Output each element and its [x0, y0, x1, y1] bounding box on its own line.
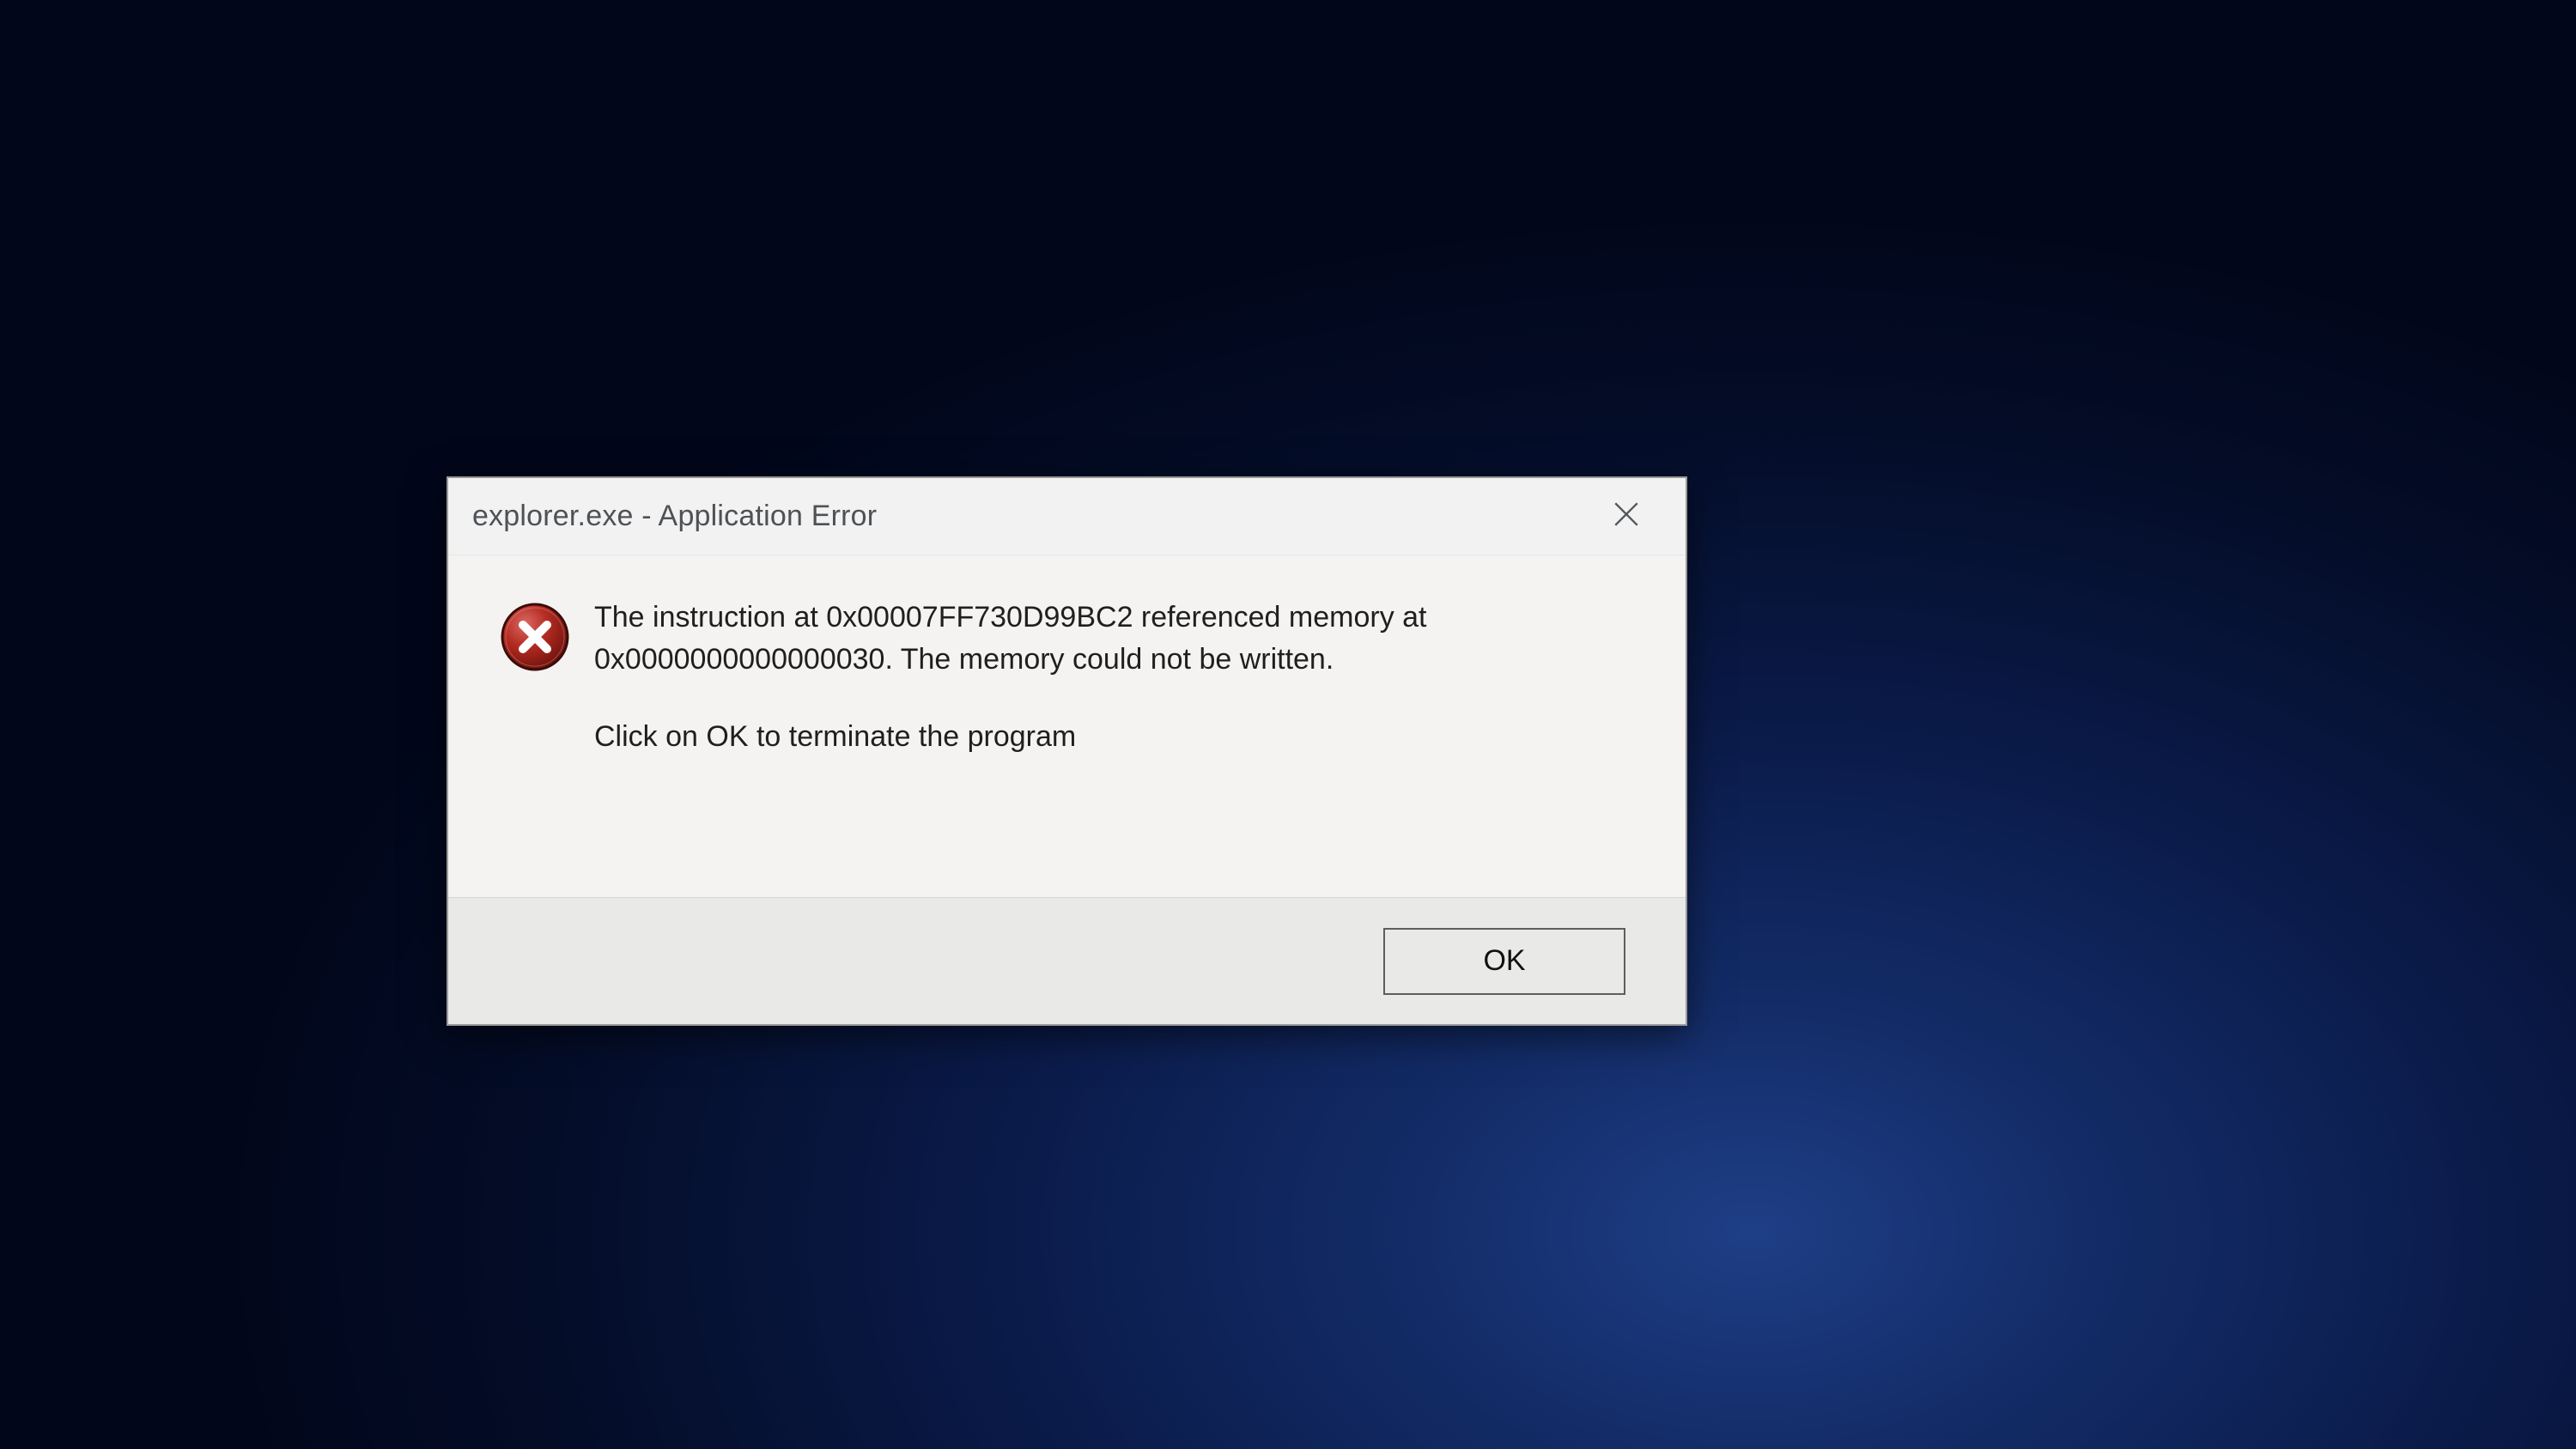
dialog-message: The instruction at 0x00007FF730D99BC2 re…	[594, 597, 1644, 880]
dialog-title: explorer.exe - Application Error	[472, 500, 1588, 533]
dialog-icon-cell	[500, 597, 594, 880]
dialog-titlebar[interactable]: explorer.exe - Application Error	[448, 478, 1686, 555]
ok-button[interactable]: OK	[1383, 928, 1625, 995]
dialog-footer: OK	[448, 897, 1686, 1024]
close-icon	[1612, 500, 1641, 533]
close-button[interactable]	[1588, 487, 1665, 547]
dialog-content: The instruction at 0x00007FF730D99BC2 re…	[448, 555, 1686, 897]
error-message-line1: The instruction at 0x00007FF730D99BC2 re…	[594, 597, 1619, 682]
error-dialog: explorer.exe - Application Error	[447, 476, 1687, 1026]
desktop-background: explorer.exe - Application Error	[0, 0, 2576, 1449]
error-message-line2: Click on OK to terminate the program	[594, 716, 1619, 758]
error-icon	[500, 602, 570, 672]
